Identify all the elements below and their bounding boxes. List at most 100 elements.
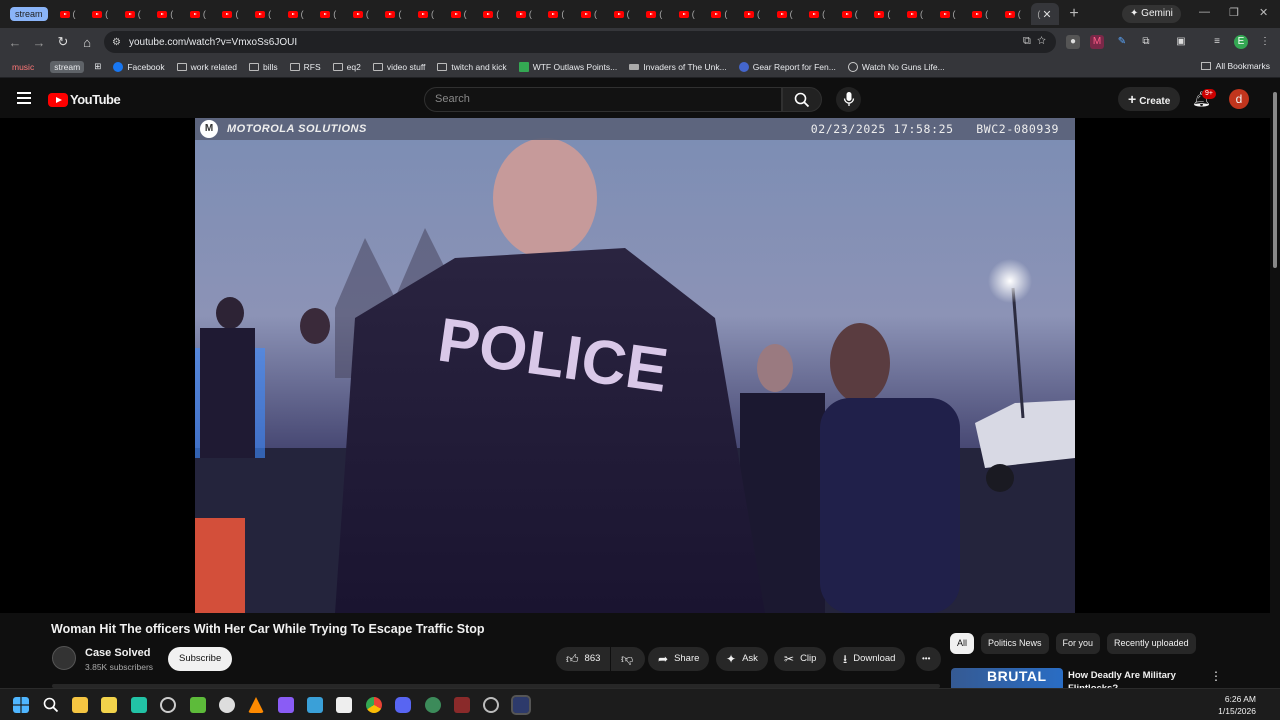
browser-tab[interactable]: ( — [445, 3, 478, 25]
app-icon-red[interactable] — [454, 697, 470, 713]
search-button[interactable] — [782, 87, 822, 112]
windows-start-icon[interactable] — [13, 697, 29, 713]
filter-chip[interactable]: Politics News — [981, 633, 1049, 654]
more-actions-button[interactable]: ••• — [916, 647, 941, 671]
file-explorer-icon[interactable] — [72, 697, 88, 713]
app-icon-green[interactable] — [190, 697, 206, 713]
app-icon-purple[interactable] — [278, 697, 294, 713]
clip-button[interactable]: ✂ Clip — [774, 647, 827, 671]
download-button[interactable]: ⭳ Download — [833, 647, 906, 671]
browser-tab[interactable]: ( — [542, 3, 575, 25]
bookmark-star-icon[interactable]: ⧉ ☆ — [1023, 35, 1046, 48]
app-icon-teal[interactable] — [131, 697, 147, 713]
extensions-puzzle-icon[interactable]: ⧉ — [1139, 35, 1153, 49]
browser-tab[interactable]: ( — [249, 3, 282, 25]
new-tab-button[interactable]: + — [1069, 5, 1078, 23]
extension-icon-1[interactable]: ● — [1066, 35, 1080, 49]
site-info-icon[interactable]: ⚙ — [112, 37, 121, 48]
tab-search-icon[interactable]: ▣ — [1174, 35, 1188, 49]
reload-icon[interactable]: ↻ — [51, 34, 75, 50]
browser-tab-active[interactable]: (✕ — [1031, 3, 1060, 25]
browser-tab[interactable]: ( — [54, 3, 87, 25]
bookmark-item[interactable]: WTF Outlaws Points... — [518, 61, 617, 72]
share-button[interactable]: ➦ Share — [648, 647, 710, 671]
discord-icon[interactable] — [395, 697, 411, 713]
browser-tab[interactable]: ( — [999, 3, 1032, 25]
bookmark-item[interactable]: Facebook — [113, 61, 165, 72]
close-window-icon[interactable]: ✕ — [1259, 6, 1268, 19]
back-icon[interactable]: ← — [3, 35, 27, 50]
browser-tab[interactable]: ( — [705, 3, 738, 25]
app-icon-active[interactable] — [511, 695, 531, 715]
like-button[interactable]: 👍︎ 863 — [556, 647, 610, 671]
browser-tab[interactable]: ( — [314, 3, 347, 25]
bookmark-item[interactable]: Watch No Guns Life... — [847, 61, 945, 72]
recommendation-thumbnail[interactable]: BRUTAL — [951, 668, 1063, 690]
browser-tab[interactable]: ( — [379, 3, 412, 25]
recommendation-title[interactable]: How Deadly Are Military Flintlocks? — [1068, 669, 1198, 688]
bookmark-item[interactable]: Gear Report for Fen... — [738, 61, 836, 72]
recommendation-menu-icon[interactable]: ⋮ — [1210, 669, 1222, 683]
browser-tab[interactable]: ( — [901, 3, 934, 25]
ask-button[interactable]: ✦ Ask — [716, 647, 768, 671]
browser-tab[interactable]: ( — [510, 3, 543, 25]
voice-search-button[interactable] — [836, 87, 861, 112]
extension-icon-3[interactable]: ✎ — [1115, 35, 1129, 49]
bookmark-item[interactable]: eq2 — [332, 62, 361, 72]
search-input[interactable]: Search — [424, 87, 782, 112]
bookmark-item[interactable]: music — [8, 61, 38, 73]
chrome-icon[interactable] — [366, 697, 382, 713]
browser-tab[interactable]: ( — [412, 3, 445, 25]
tab-close-icon[interactable]: ✕ — [1042, 8, 1051, 21]
browser-tab[interactable]: ( — [934, 3, 967, 25]
profile-avatar-icon[interactable]: E — [1234, 35, 1248, 49]
system-clock[interactable]: 6:26 AM 1/15/2026 — [1218, 693, 1256, 717]
browser-tab[interactable]: ( — [119, 3, 152, 25]
taskbar-search-icon[interactable] — [43, 697, 59, 713]
video-frame[interactable]: POLICE M MOTOROLA SOLUTIONS 02/23/2025 1… — [195, 118, 1075, 613]
app-icon-gray[interactable] — [219, 697, 235, 713]
bookmark-item[interactable]: RFS — [289, 62, 321, 72]
extension-icon-2[interactable]: M — [1090, 35, 1104, 49]
browser-tab[interactable]: ( — [803, 3, 836, 25]
apps-grid-icon[interactable]: ⊞ — [94, 61, 101, 72]
app-icon-white[interactable] — [336, 697, 352, 713]
browser-tab[interactable]: ( — [640, 3, 673, 25]
settings-gear-icon[interactable] — [483, 697, 499, 713]
youtube-logo[interactable]: YouTube — [48, 92, 121, 107]
channel-avatar[interactable] — [52, 646, 76, 670]
page-scrollbar[interactable] — [1270, 80, 1280, 688]
channel-name[interactable]: Case Solved — [85, 647, 150, 659]
scrollbar-thumb[interactable] — [1273, 92, 1277, 268]
menu-icon[interactable] — [17, 92, 31, 104]
bookmark-item[interactable]: video stuff — [372, 62, 425, 72]
app-icon-globe[interactable] — [425, 697, 441, 713]
browser-tab[interactable]: ( — [151, 3, 184, 25]
browser-tab[interactable]: ( — [184, 3, 217, 25]
home-icon[interactable]: ⌂ — [75, 35, 99, 50]
browser-tab[interactable]: ( — [836, 3, 869, 25]
browser-tab[interactable]: ( — [673, 3, 706, 25]
forward-icon[interactable]: → — [27, 35, 51, 50]
app-icon-circle[interactable] — [160, 697, 176, 713]
address-bar[interactable]: ⚙ youtube.com/watch?v=VmxoSs6JOUI ⧉ ☆ — [104, 31, 1056, 53]
subscribe-button[interactable]: Subscribe — [168, 647, 233, 671]
account-avatar[interactable]: d — [1229, 89, 1249, 109]
browser-menu-icon[interactable]: ⋮ — [1258, 35, 1272, 49]
bookmark-item[interactable]: twitch and kick — [437, 62, 507, 72]
browser-tab[interactable]: ( — [966, 3, 999, 25]
browser-tab[interactable]: ( — [282, 3, 315, 25]
create-button[interactable]: + Create — [1118, 87, 1181, 111]
sticky-notes-icon[interactable] — [101, 697, 117, 713]
bookmark-item[interactable]: stream ⊞ — [50, 60, 101, 73]
minimize-icon[interactable]: — — [1199, 6, 1210, 18]
media-control-icon[interactable]: ≡ — [1210, 35, 1224, 49]
filter-chip[interactable]: All — [950, 633, 975, 654]
filter-chip[interactable]: Recently uploaded — [1107, 633, 1196, 654]
app-icon-blue[interactable] — [307, 697, 323, 713]
bookmark-item[interactable]: bills — [248, 62, 278, 72]
all-bookmarks-button[interactable]: All Bookmarks — [1200, 61, 1270, 71]
dislike-button[interactable]: 👎︎ — [611, 647, 645, 671]
browser-tab[interactable]: ( — [347, 3, 380, 25]
gemini-button[interactable]: ✦ Gemini — [1122, 5, 1181, 23]
